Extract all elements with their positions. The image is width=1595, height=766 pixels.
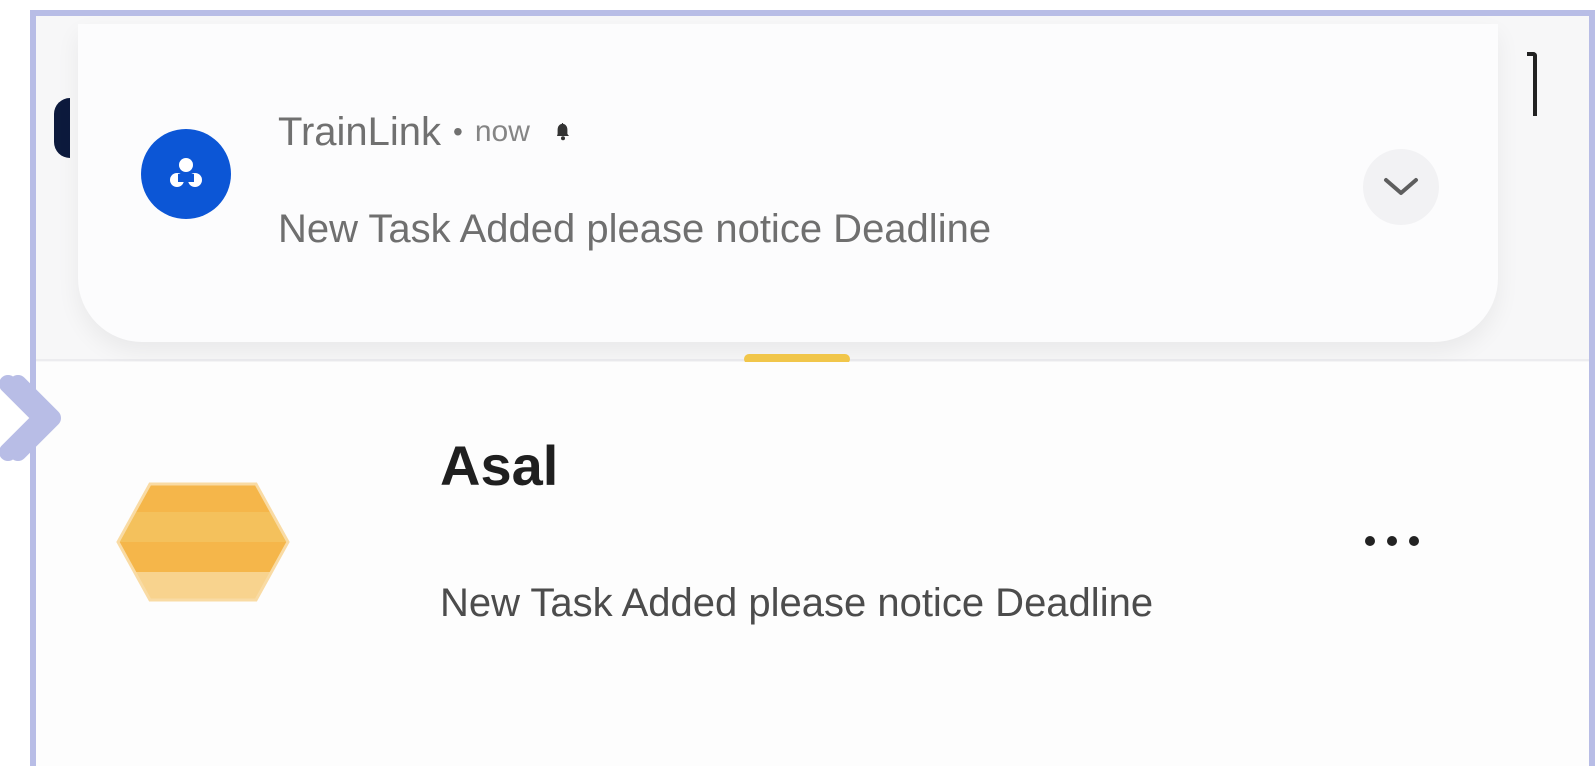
app-logo-icon — [170, 158, 202, 187]
notification-message: New Task Added please notice Deadline — [278, 207, 992, 251]
more-horizontal-icon — [1365, 536, 1419, 546]
chevron-down-icon — [1384, 178, 1418, 195]
sender-name: Asal — [440, 434, 559, 497]
expand-notification-button[interactable] — [1363, 149, 1439, 225]
trainlink-app-icon — [141, 129, 231, 219]
app-name: TrainLink — [278, 110, 442, 154]
notification-time: now — [474, 115, 530, 148]
background-shape-right — [1527, 52, 1537, 116]
hexagon-avatar-icon — [108, 472, 298, 612]
list-message: New Task Added please notice Deadline — [440, 581, 1154, 625]
notification-card[interactable]: TrainLink • now New Task Added please no… — [78, 24, 1498, 342]
more-options-button[interactable] — [1344, 517, 1440, 565]
chevron-right-icon[interactable] — [0, 372, 76, 464]
screen-frame: TrainLink • now New Task Added please no… — [30, 10, 1595, 766]
bell-icon — [550, 119, 576, 145]
notification-header: TrainLink • now — [278, 112, 576, 152]
header-separator: • — [453, 116, 463, 147]
message-list-item[interactable]: Asal New Task Added please notice Deadli… — [36, 362, 1589, 766]
background-shape-left — [54, 98, 70, 158]
